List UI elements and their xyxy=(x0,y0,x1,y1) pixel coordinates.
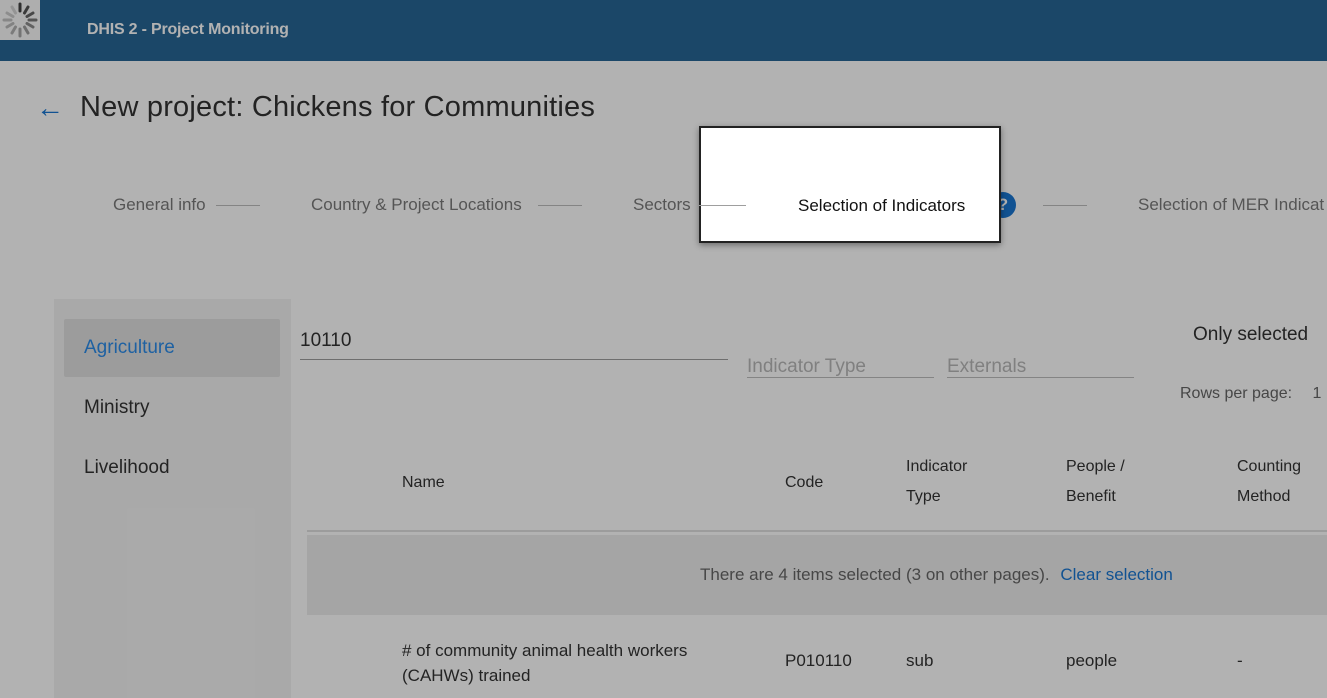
loading-spinner-icon xyxy=(0,0,40,40)
page-title: New project: Chickens for Communities xyxy=(80,91,596,123)
externals-select[interactable]: Externals xyxy=(947,340,1134,378)
arrow-left-icon[interactable]: ← xyxy=(36,93,64,123)
stepper: General info Country & Project Locations… xyxy=(0,185,1327,225)
sidebar-item-agriculture[interactable]: Agriculture xyxy=(64,319,280,377)
step-connector xyxy=(1043,205,1087,206)
column-header-people-benefit[interactable]: People / Benefit xyxy=(1066,452,1146,512)
rows-per-page: Rows per page: 1 xyxy=(1180,385,1321,403)
indicator-type-select[interactable]: Indicator Type xyxy=(747,340,934,378)
step-connector xyxy=(699,205,746,206)
column-header-indicator-type[interactable]: Indicator Type xyxy=(906,452,996,512)
cell-people-benefit: people xyxy=(1066,651,1118,670)
step-sectors[interactable]: Sectors xyxy=(633,195,691,215)
clear-selection-link[interactable]: Clear selection xyxy=(1060,565,1172,584)
rows-per-page-label: Rows per page: xyxy=(1180,385,1293,402)
step-country-project-locations[interactable]: Country & Project Locations xyxy=(311,195,522,215)
cell-indicator-type: sub xyxy=(906,651,934,670)
step-connector xyxy=(538,205,582,206)
column-header-name[interactable]: Name xyxy=(402,468,445,498)
column-header-counting-method[interactable]: Counting Method xyxy=(1237,452,1317,512)
step-selection-of-mer-indicators[interactable]: Selection of MER Indicat xyxy=(1138,195,1324,215)
selection-banner-content: There are 4 items selected (3 on other p… xyxy=(700,535,1173,615)
sector-sidebar: Agriculture Ministry Livelihood xyxy=(54,299,291,698)
cell-name: # of community animal health workers (CA… xyxy=(402,641,688,685)
step-general-info[interactable]: General info xyxy=(113,195,206,215)
rows-per-page-select[interactable]: 1 xyxy=(1313,385,1322,402)
search-input[interactable] xyxy=(300,323,728,360)
app-title[interactable]: DHIS 2 - Project Monitoring xyxy=(87,21,289,39)
step-connector xyxy=(216,205,260,206)
sidebar-item-ministry[interactable]: Ministry xyxy=(64,379,280,437)
header-divider xyxy=(307,530,1327,532)
spotlight-step-label[interactable]: Selection of Indicators xyxy=(798,196,965,216)
sidebar-item-livelihood[interactable]: Livelihood xyxy=(64,439,280,497)
cell-code: P010110 xyxy=(785,651,852,670)
column-header-code[interactable]: Code xyxy=(785,468,823,498)
selection-banner: There are 4 items selected (3 on other p… xyxy=(307,535,1327,615)
cell-counting-method: - xyxy=(1237,651,1243,670)
selection-count-text: There are 4 items selected (3 on other p… xyxy=(700,565,1050,584)
only-selected-toggle[interactable]: Only selected xyxy=(1193,324,1308,346)
tutorial-spotlight: Selection of Indicators xyxy=(699,126,1001,243)
app-header: DHIS 2 - Project Monitoring xyxy=(0,0,1327,61)
